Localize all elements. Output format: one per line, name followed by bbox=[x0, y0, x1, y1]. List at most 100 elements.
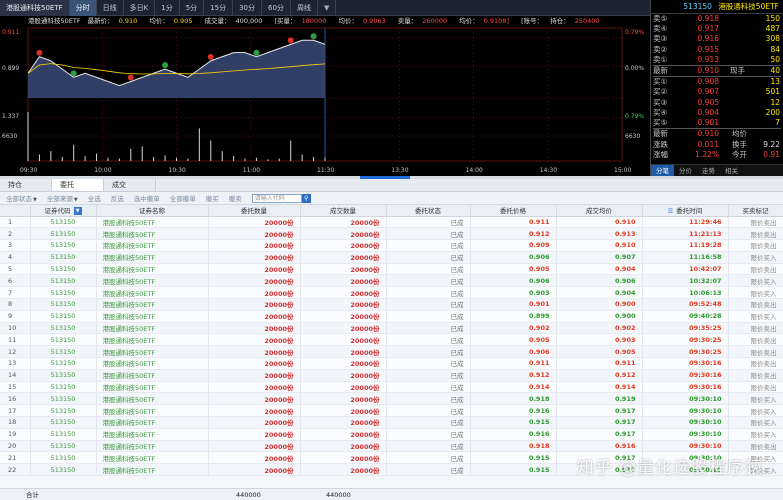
buy-marker[interactable] bbox=[70, 70, 77, 77]
table-row[interactable]: 1 513150 港股通科技50ETF 20000份 20000份 已成 0.911 0.91… bbox=[0, 216, 783, 229]
security-name-cell: 港股通科技50ETF bbox=[96, 274, 209, 288]
account-tab[interactable]: 成交 bbox=[104, 179, 156, 191]
period-tab[interactable]: 1分 bbox=[155, 0, 180, 16]
order-book-tab[interactable]: 相关 bbox=[720, 165, 743, 176]
buy-volume-value: 180000 bbox=[301, 17, 327, 25]
cancel-selected-button[interactable]: 选中撤单 bbox=[134, 193, 160, 203]
ask-level[interactable]: 卖③ 0.916 308 bbox=[651, 34, 783, 44]
fill-qty-cell: 20000份 bbox=[300, 286, 387, 300]
col-fill-price[interactable]: 成交均价 bbox=[556, 205, 643, 217]
sell-marker[interactable] bbox=[287, 37, 294, 44]
buy-marker[interactable] bbox=[162, 62, 169, 69]
table-row[interactable]: 4 513150 港股通科技50ETF 20000份 20000份 已成 0.906 0.90… bbox=[0, 251, 783, 264]
fill-price-cell: 0.907 bbox=[556, 251, 643, 264]
sell-marker[interactable] bbox=[127, 74, 134, 81]
period-tab[interactable]: 分时 bbox=[69, 0, 97, 16]
period-tab[interactable]: 60分 bbox=[262, 0, 291, 16]
cancel-all-button[interactable]: 全部撤单 bbox=[170, 193, 196, 203]
period-tab[interactable]: 日线 bbox=[97, 0, 124, 16]
table-row[interactable]: 13 513150 港股通科技50ETF 20000份 20000份 已成 0.911 0.9… bbox=[0, 357, 783, 370]
col-order-time[interactable]: ☰ 委托时间 bbox=[642, 205, 729, 217]
chart-period-tabs: 港股通科技50ETF 分时 日线 多日K 1分 5分 15分 30分 60分 周线 ▼ bbox=[0, 0, 650, 16]
account-tab[interactable]: 持仓 bbox=[0, 179, 52, 191]
buy-marker[interactable] bbox=[253, 49, 260, 56]
col-order-price[interactable]: 委托价格 bbox=[470, 205, 557, 217]
col-status[interactable]: 委托状态 bbox=[386, 205, 471, 217]
cancel-buy-button[interactable]: 撤买 bbox=[206, 193, 219, 203]
status-cell: 已成 bbox=[386, 251, 471, 264]
fill-price-cell: 0.904 bbox=[556, 263, 643, 276]
source-filter[interactable]: 全部来源▼ bbox=[47, 193, 78, 203]
table-row[interactable]: 6 513150 港股通科技50ETF 20000份 20000份 已成 0.906 0.90… bbox=[0, 274, 783, 288]
table-row[interactable]: 16 513150 港股通科技50ETF 20000份 20000份 已成 0.918 0.9… bbox=[0, 392, 783, 406]
security-code-cell: 513150 bbox=[30, 369, 97, 382]
table-row[interactable]: 15 513150 港股通科技50ETF 20000份 20000份 已成 0.914 0.9… bbox=[0, 381, 783, 394]
order-price-cell: 0.915 bbox=[470, 451, 557, 465]
table-row[interactable]: 14 513150 港股通科技50ETF 20000份 20000份 已成 0.912 0.9… bbox=[0, 369, 783, 382]
table-row[interactable]: 18 513150 港股通科技50ETF 20000份 20000份 已成 0.915 0.9… bbox=[0, 416, 783, 429]
period-tab[interactable]: 5分 bbox=[180, 0, 205, 16]
order-book-tab[interactable]: 分价 bbox=[674, 165, 697, 176]
table-row[interactable]: 7 513150 港股通科技50ETF 20000份 20000份 已成 0.903 0.90… bbox=[0, 286, 783, 300]
period-tab[interactable]: 港股通科技50ETF bbox=[0, 0, 70, 16]
table-row[interactable]: 12 513150 港股通科技50ETF 20000份 20000份 已成 0.906 0.9… bbox=[0, 345, 783, 359]
sell-marker[interactable] bbox=[36, 49, 43, 56]
order-time-cell: 09:35:25 bbox=[642, 322, 729, 335]
table-row[interactable]: 2 513150 港股通科技50ETF 20000份 20000份 已成 0.912 0.91… bbox=[0, 227, 783, 241]
cancel-sell-button[interactable]: 撤卖 bbox=[229, 193, 242, 203]
table-row[interactable]: 9 513150 港股通科技50ETF 20000份 20000份 已成 0.899 0.90… bbox=[0, 310, 783, 323]
period-tab[interactable]: 15分 bbox=[204, 0, 234, 16]
order-book-tab[interactable]: 分笔 bbox=[651, 165, 674, 176]
fill-price-cell: 0.917 bbox=[556, 416, 643, 429]
table-row[interactable]: 5 513150 港股通科技50ETF 20000份 20000份 已成 0.905 0.90… bbox=[0, 263, 783, 276]
table-row[interactable]: 8 513150 港股通科技50ETF 20000份 20000份 已成 0.901 0.90… bbox=[0, 298, 783, 311]
status-filter[interactable]: 全部状态▼ bbox=[6, 193, 37, 203]
bid-level[interactable]: 买① 0.908 13 bbox=[651, 77, 783, 87]
search-icon[interactable]: ⚲ bbox=[301, 193, 311, 203]
intraday-chart[interactable]: 0.911 0.899 1.337 6630 0.79% 0.00% 0.79% 6630 09… bbox=[0, 26, 650, 176]
security-code-cell: 513150 bbox=[30, 440, 97, 453]
table-row[interactable]: 17 513150 港股通科技50ETF 20000份 20000份 已成 0.916 0.9… bbox=[0, 404, 783, 418]
table-row[interactable]: 19 513150 港股通科技50ETF 20000份 20000份 已成 0.916 0.9… bbox=[0, 428, 783, 441]
bid-level[interactable]: 买② 0.907 501 bbox=[651, 87, 783, 97]
order-qty-cell: 20000份 bbox=[208, 263, 301, 276]
ask-level[interactable]: 卖② 0.915 84 bbox=[651, 45, 783, 55]
period-tab[interactable]: 多日K bbox=[124, 0, 156, 16]
table-row[interactable]: 11 513150 港股通科技50ETF 20000份 20000份 已成 0.905 0.9… bbox=[0, 333, 783, 347]
code-search-input[interactable]: 请输入代码 bbox=[251, 193, 302, 203]
period-tab[interactable]: 30分 bbox=[233, 0, 263, 16]
table-row[interactable]: 3 513150 港股通科技50ETF 20000份 20000份 已成 0.909 0.91… bbox=[0, 239, 783, 252]
panel-splitter[interactable] bbox=[0, 176, 783, 179]
account-tab[interactable]: 委托 bbox=[52, 179, 104, 191]
order-price-cell: 0.918 bbox=[470, 440, 557, 453]
bid-level[interactable]: 买④ 0.904 200 bbox=[651, 108, 783, 118]
side-cell: 限价买入 bbox=[728, 286, 783, 300]
ask-level[interactable]: 卖① 0.913 50 bbox=[651, 55, 783, 65]
col-name[interactable]: 证券名称 bbox=[96, 205, 209, 217]
period-tab[interactable]: 周线 bbox=[291, 0, 318, 16]
order-book-tab[interactable]: 走势 bbox=[697, 165, 720, 176]
bid-level[interactable]: 买③ 0.905 12 bbox=[651, 98, 783, 108]
buy-marker[interactable] bbox=[310, 33, 317, 40]
intraday-chart-svg[interactable]: 0.911 0.899 1.337 6630 0.79% 0.00% 0.79% 6630 09… bbox=[0, 26, 650, 176]
security-code-cell: 513150 bbox=[30, 345, 97, 359]
col-side[interactable]: 买卖标记 bbox=[728, 205, 783, 217]
stat-value bbox=[747, 129, 783, 140]
col-code[interactable]: 证券代码 ▼ bbox=[30, 205, 97, 217]
table-row[interactable]: 10 513150 港股通科技50ETF 20000份 20000份 已成 0.902 0.9… bbox=[0, 322, 783, 335]
sell-marker[interactable] bbox=[207, 53, 214, 60]
splitter-handle[interactable] bbox=[360, 176, 410, 179]
invert-selection-button[interactable]: 反选 bbox=[111, 193, 124, 203]
table-row[interactable]: 20 513150 港股通科技50ETF 20000份 20000份 已成 0.918 0.9… bbox=[0, 440, 783, 453]
left-axis-label: 6630 bbox=[2, 133, 17, 140]
col-order-qty[interactable]: 委托数量 bbox=[208, 205, 301, 217]
order-time-cell: 11:16:58 bbox=[642, 251, 729, 264]
filter-icon[interactable]: ▼ bbox=[73, 207, 82, 216]
col-fill-qty[interactable]: 成交数量 bbox=[300, 205, 387, 217]
more-periods-button[interactable]: ▼ bbox=[318, 0, 337, 16]
bid-level[interactable]: 买⑤ 0.901 7 bbox=[651, 118, 783, 128]
select-all-button[interactable]: 全选 bbox=[88, 193, 101, 203]
fill-price-cell: 0.917 bbox=[556, 404, 643, 418]
ask-level[interactable]: 卖⑤ 0.918 150 bbox=[651, 14, 783, 24]
ask-level[interactable]: 卖④ 0.917 487 bbox=[651, 24, 783, 34]
